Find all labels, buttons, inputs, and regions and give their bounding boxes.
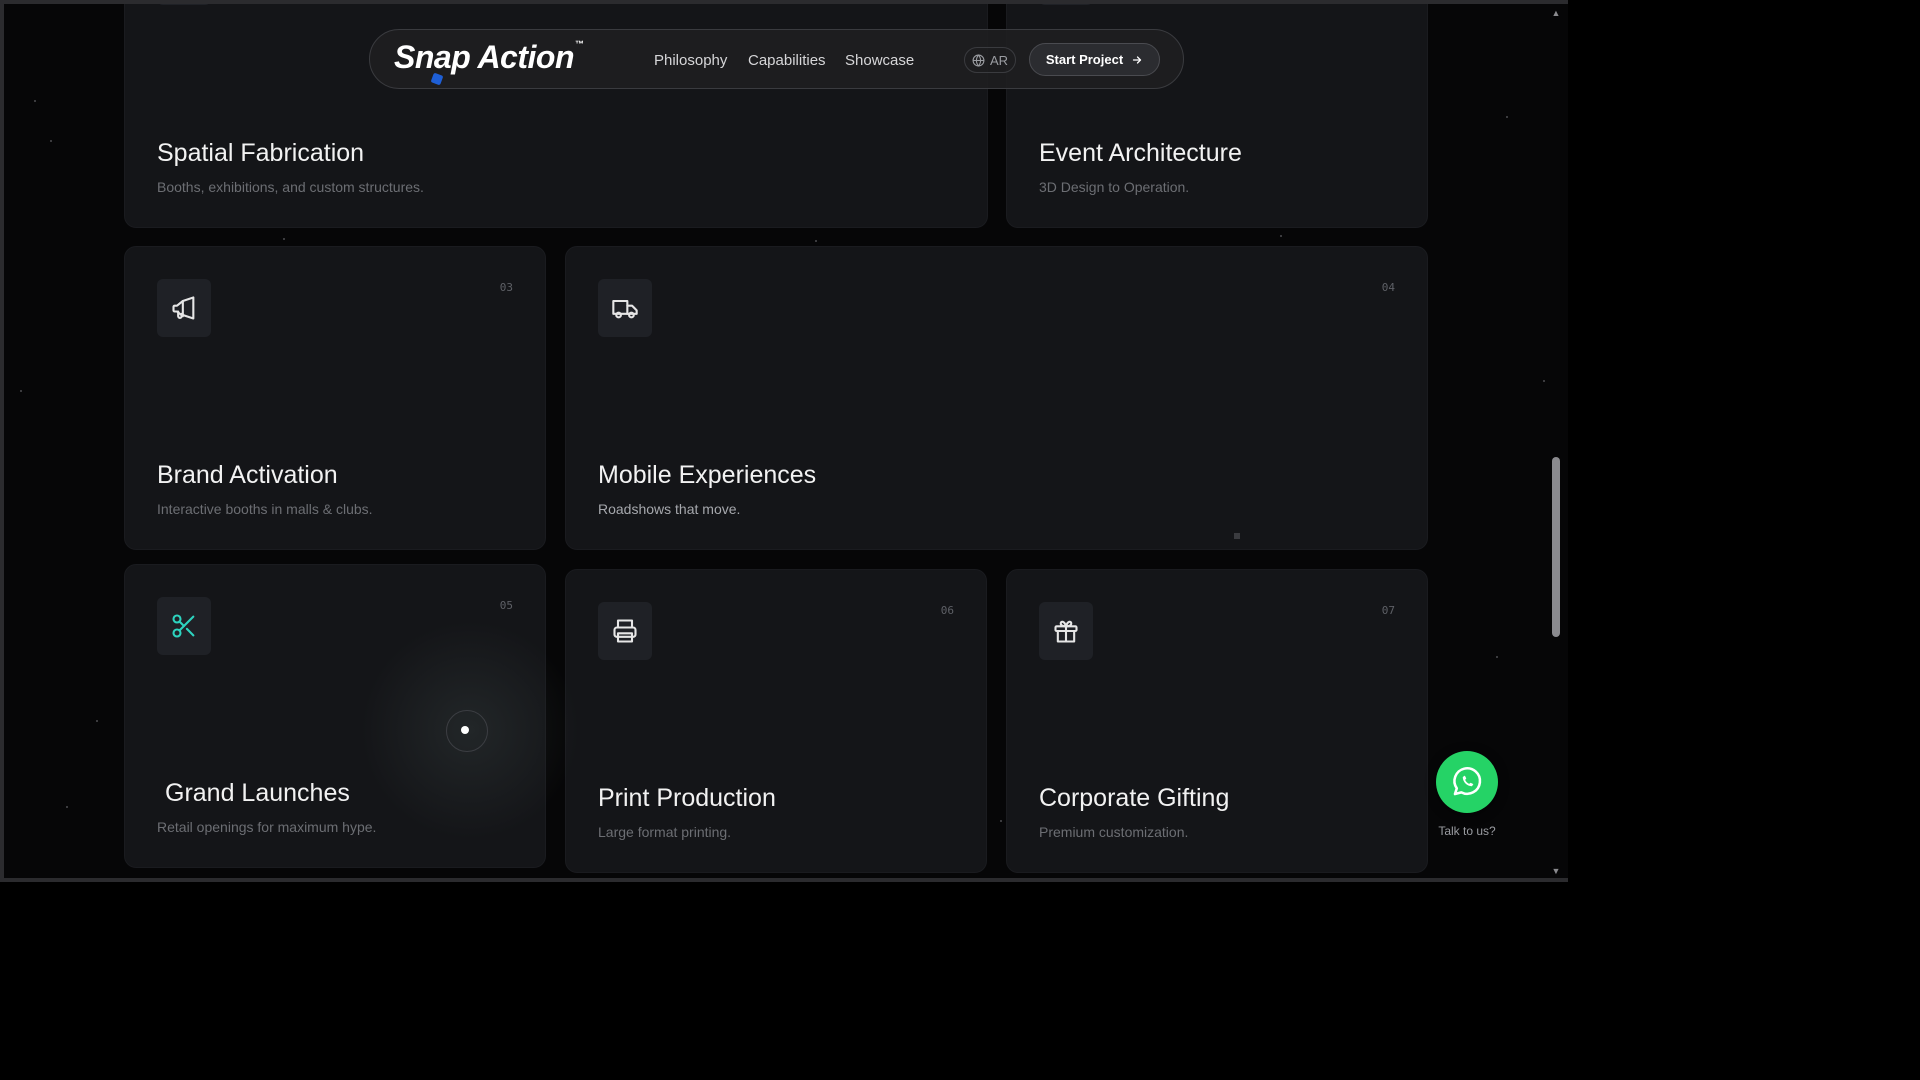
scroll-down-icon[interactable]: ▼ xyxy=(1550,866,1562,876)
custom-cursor-dot xyxy=(461,726,469,734)
gift-icon xyxy=(1054,620,1078,643)
card-description: Large format printing. xyxy=(598,824,732,840)
card-title: Corporate Gifting xyxy=(1039,784,1230,812)
card-icon-box xyxy=(1039,602,1093,660)
card-icon-box xyxy=(598,279,652,337)
whatsapp-chat-button[interactable] xyxy=(1436,751,1498,813)
card-number: 03 xyxy=(499,281,513,294)
logo-text: Snap Action xyxy=(394,39,574,75)
card-description: Roadshows that move. xyxy=(598,501,741,517)
language-label: AR xyxy=(989,52,1009,68)
capability-card-brand-activation[interactable]: 03 Brand Activation Interactive booths i… xyxy=(124,246,546,550)
star-decoration xyxy=(66,806,68,808)
card-description: Interactive booths in malls & clubs. xyxy=(157,501,373,517)
star-decoration xyxy=(1280,235,1282,237)
card-description: 3D Design to Operation. xyxy=(1039,179,1190,195)
decorative-square xyxy=(1234,533,1240,539)
star-decoration xyxy=(50,140,52,142)
card-number: 05 xyxy=(499,599,513,612)
card-description: Premium customization. xyxy=(1039,824,1189,840)
nav-link-showcase[interactable]: Showcase xyxy=(845,52,914,69)
star-decoration xyxy=(1000,820,1002,822)
window-frame-bottom xyxy=(0,878,1568,882)
capability-card-print-production[interactable]: 06 Print Production Large format printin… xyxy=(565,569,987,873)
star-decoration xyxy=(96,720,98,722)
capability-card-corporate-gifting[interactable]: 07 Corporate Gifting Premium customizati… xyxy=(1006,569,1428,873)
nav-link-philosophy[interactable]: Philosophy xyxy=(654,52,727,69)
star-decoration xyxy=(1506,116,1508,118)
card-title: Mobile Experiences xyxy=(598,461,817,489)
card-icon-box xyxy=(157,597,211,655)
card-number: 04 xyxy=(1381,281,1395,294)
whatsapp-label: Talk to us? xyxy=(1438,824,1496,838)
vertical-scrollbar[interactable]: ▲ ▼ xyxy=(1548,4,1564,878)
card-icon-box xyxy=(598,602,652,660)
top-navigation-bar: Snap Action™ Philosophy Capabilities Sho… xyxy=(369,29,1184,89)
printer-icon xyxy=(613,619,637,643)
logo-trademark: ™ xyxy=(574,39,584,49)
globe-icon xyxy=(972,53,985,67)
star-decoration xyxy=(1543,380,1545,382)
brand-logo[interactable]: Snap Action™ xyxy=(394,39,584,76)
window-frame-left xyxy=(0,0,4,882)
card-title: Event Architecture xyxy=(1039,139,1242,167)
card-title: Print Production xyxy=(598,784,776,812)
star-decoration xyxy=(815,240,817,242)
star-decoration xyxy=(283,238,285,240)
page-viewport: Spatial Fabrication Booths, exhibitions,… xyxy=(0,0,1568,882)
card-description: Retail openings for maximum hype. xyxy=(157,819,377,835)
card-icon-box xyxy=(157,279,211,337)
scrollbar-thumb[interactable] xyxy=(1552,457,1560,637)
logo-accent-mark xyxy=(430,72,444,86)
card-title: Brand Activation xyxy=(157,461,338,489)
whatsapp-icon xyxy=(1453,767,1482,796)
truck-icon xyxy=(612,299,638,319)
scroll-up-icon[interactable]: ▲ xyxy=(1550,8,1562,18)
start-project-button[interactable]: Start Project xyxy=(1029,43,1160,76)
star-decoration xyxy=(1496,656,1498,658)
megaphone-icon xyxy=(172,296,195,320)
card-description: Booths, exhibitions, and custom structur… xyxy=(157,179,424,195)
capability-card-mobile-experiences[interactable]: 04 Mobile Experiences Roadshows that mov… xyxy=(565,246,1428,550)
card-number: 07 xyxy=(1381,604,1395,617)
start-project-label: Start Project xyxy=(1045,52,1124,67)
card-number: 06 xyxy=(940,604,954,617)
card-title: Spatial Fabrication xyxy=(157,139,365,167)
window-frame-top xyxy=(0,0,1568,4)
language-toggle-button[interactable]: AR xyxy=(964,47,1016,73)
star-decoration xyxy=(20,390,22,392)
card-title: Grand Launches xyxy=(165,779,350,807)
star-decoration xyxy=(34,100,36,102)
scissors-icon xyxy=(172,614,195,638)
nav-link-capabilities[interactable]: Capabilities xyxy=(748,52,826,69)
arrow-right-icon xyxy=(1133,55,1142,64)
